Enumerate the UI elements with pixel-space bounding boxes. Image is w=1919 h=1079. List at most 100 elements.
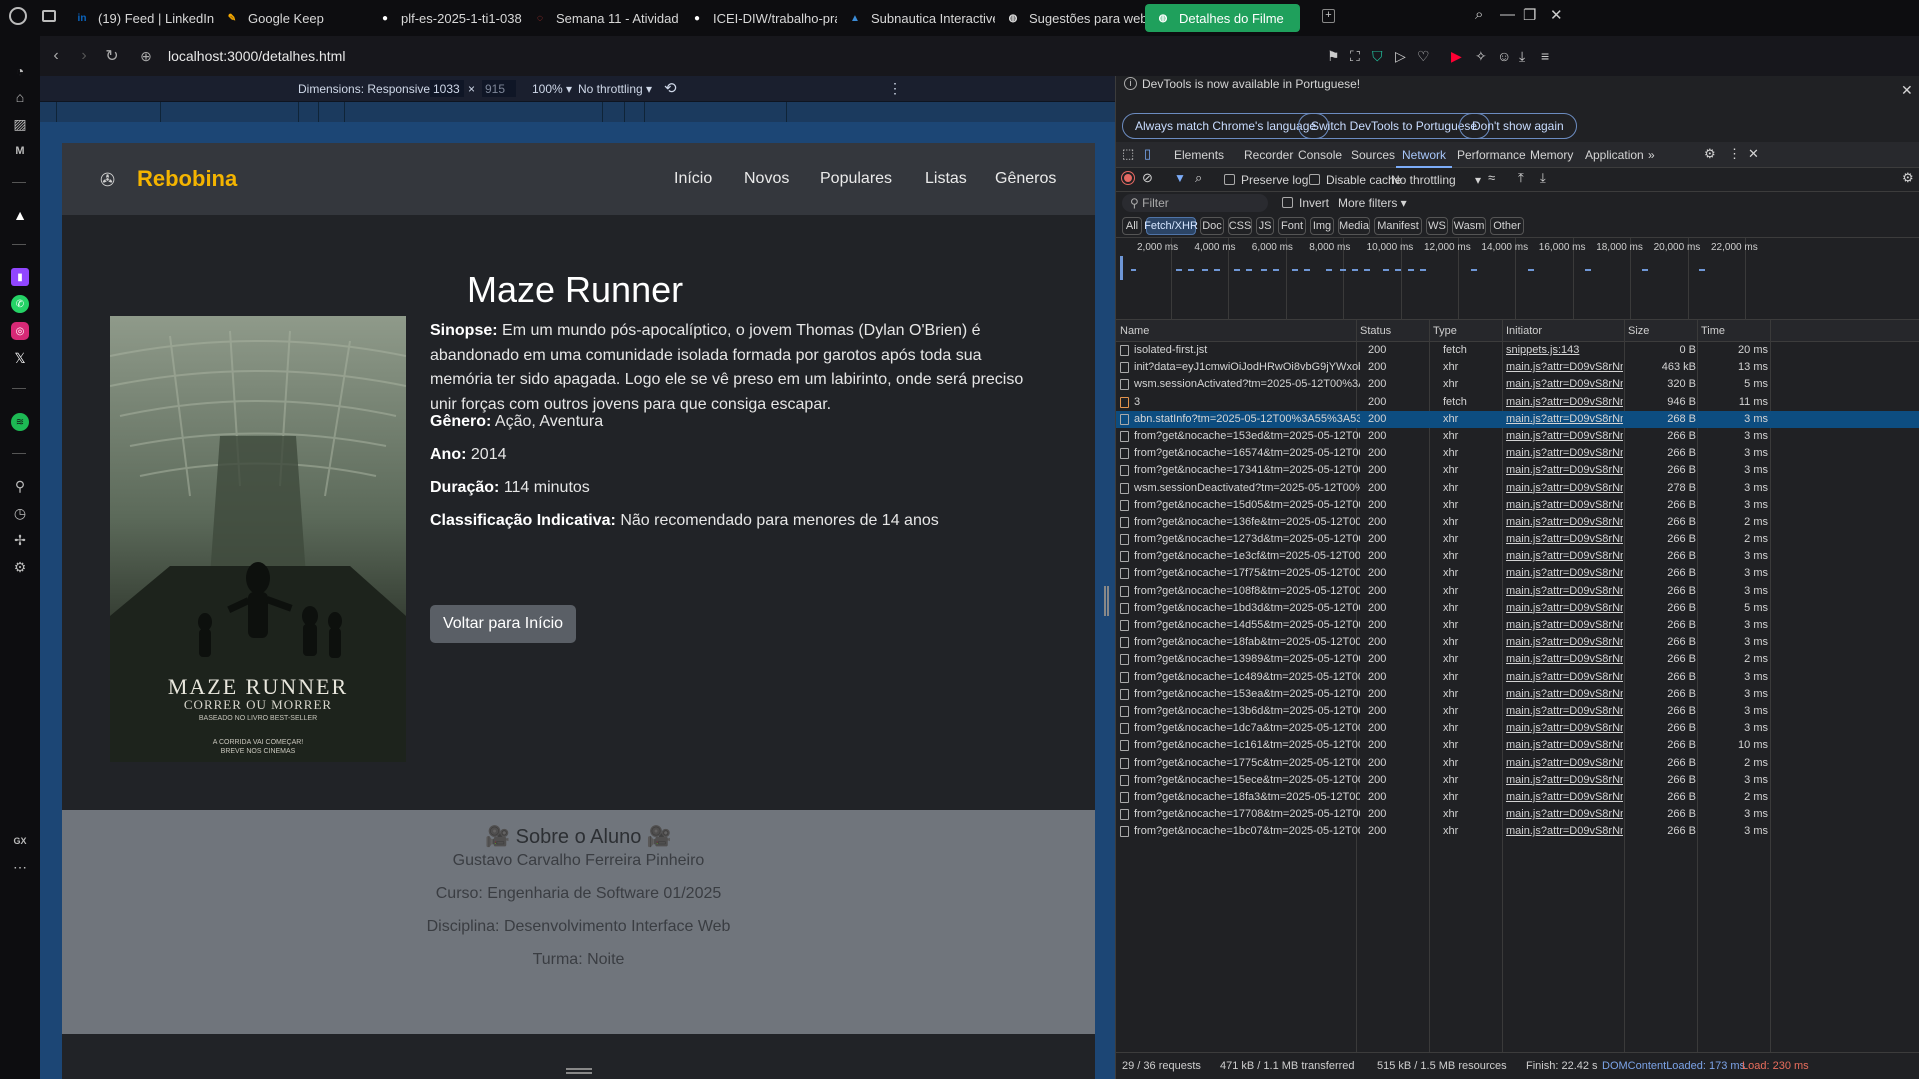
request-initiator[interactable]: main.js?attr=D09vS8rNn7vN <box>1506 789 1623 806</box>
network-overview-timeline[interactable]: 2,000 ms 4,000 ms 6,000 ms 8,000 ms 10,000 m… <box>1116 238 1919 320</box>
request-row[interactable]: from?get&nocache=18fab&tm=2025-05-12T00.… <box>1116 634 1919 651</box>
request-row[interactable]: from?get&nocache=153ed&tm=2025-05-12T00.… <box>1116 428 1919 445</box>
browser-tab[interactable]: ◌ Semana 11 - Atividade Prá <box>522 4 679 32</box>
type-filter-font[interactable]: Font <box>1278 217 1306 235</box>
media-query-ruler[interactable] <box>40 102 1115 122</box>
site-brand[interactable]: Rebobina <box>137 166 237 192</box>
reload-icon[interactable]: ↻ <box>98 46 126 66</box>
gx-icon[interactable]: GX <box>11 832 29 850</box>
request-initiator[interactable]: main.js?attr=D09vS8rNn7vN <box>1506 480 1623 497</box>
request-initiator[interactable]: main.js?attr=D09vS8rNn7vN <box>1506 823 1623 840</box>
tab-console[interactable]: Console <box>1298 148 1342 162</box>
back-to-home-button[interactable]: Voltar para Início <box>430 605 576 643</box>
pinboard-icon[interactable]: ⚲ <box>11 477 29 495</box>
request-row[interactable]: from?get&nocache=15d05&tm=2025-05-12T00.… <box>1116 497 1919 514</box>
request-row[interactable]: from?get&nocache=16574&tm=2025-05-12T00.… <box>1116 445 1919 462</box>
tab-recorder[interactable]: Recorder <box>1244 148 1293 162</box>
request-row[interactable]: from?get&nocache=13989&tm=2025-05-12T00.… <box>1116 651 1919 668</box>
request-initiator[interactable]: main.js?attr=D09vS8rNn7vN <box>1506 497 1623 514</box>
back-icon[interactable]: ‹ <box>42 47 70 65</box>
viewport-resize-handle-right[interactable] <box>1104 586 1109 616</box>
request-row[interactable]: wsm.sessionActivated?tm=2025-05-12T00%3A… <box>1116 376 1919 393</box>
browser-tab[interactable]: ◍ Sugestões para website F <box>995 4 1145 32</box>
nav-link-generos[interactable]: Gêneros <box>995 170 1056 188</box>
notes-icon[interactable]: ▨ <box>11 115 29 133</box>
tab-elements[interactable]: Elements <box>1174 148 1224 162</box>
settings-gear-icon[interactable]: ⚙ <box>1704 146 1716 162</box>
tab-network[interactable]: Network <box>1402 148 1446 162</box>
tab-performance[interactable]: Performance <box>1457 148 1526 162</box>
nav-link-listas[interactable]: Listas <box>925 170 967 188</box>
aria-icon[interactable]: ◔ <box>11 62 29 80</box>
type-filter-js[interactable]: JS <box>1256 217 1274 235</box>
request-initiator[interactable]: main.js?attr=D09vS8rNn7vN <box>1506 755 1623 772</box>
request-row[interactable]: from?get&nocache=1bd3d&tm=2025-05-12T00.… <box>1116 600 1919 617</box>
request-row[interactable]: abn.statInfo?tm=2025-05-12T00%3A55%3A53.… <box>1116 410 1919 428</box>
request-initiator[interactable]: main.js?attr=D09vS8rNn7vN <box>1506 428 1623 445</box>
more-icon[interactable]: ⋯ <box>11 858 29 876</box>
whatsapp-icon[interactable]: ✆ <box>11 295 29 313</box>
history-icon[interactable]: ◷ <box>11 504 29 522</box>
close-infobar-icon[interactable]: ✕ <box>1901 82 1913 99</box>
crypto-wallet-icon[interactable]: ⌂ <box>11 88 29 106</box>
type-filter-manifest[interactable]: Manifest <box>1374 217 1422 235</box>
clear-icon[interactable]: ⊘ <box>1142 170 1153 186</box>
type-filter-doc[interactable]: Doc <box>1200 217 1224 235</box>
downloads-icon[interactable]: ⤓ <box>1519 48 1525 65</box>
more-tabs-icon[interactable]: » <box>1648 148 1655 162</box>
customize-menu-icon[interactable]: ⋮ <box>1728 146 1741 162</box>
a-app-icon[interactable]: ▲ <box>11 206 29 224</box>
request-row[interactable]: from?get&nocache=153ea&tm=2025-05-12T00.… <box>1116 686 1919 703</box>
request-row[interactable]: from?get&nocache=1273d&tm=2025-05-12T00.… <box>1116 531 1919 548</box>
request-row[interactable]: from?get&nocache=13b6d&tm=2025-05-12T00.… <box>1116 703 1919 720</box>
height-input[interactable]: 915 <box>482 80 516 97</box>
network-conditions-icon[interactable]: ≈ <box>1488 170 1495 185</box>
browser-tab[interactable]: ● plf-es-2025-1-ti1-038710 <box>367 4 522 32</box>
filter-input[interactable]: ⚲ Filter <box>1122 194 1268 212</box>
browser-tab[interactable]: ● ICEI-DIW/trabalho-pratic <box>679 4 837 32</box>
request-initiator[interactable]: main.js?attr=D09vS8rNn7vN <box>1506 737 1623 754</box>
x-icon[interactable]: 𝕏 <box>11 349 29 367</box>
request-row[interactable]: 3200fetchmain.js?attr=D09vS8rNn7vN946 B1… <box>1116 394 1919 411</box>
request-initiator[interactable]: main.js?attr=D09vS8rNn7vN <box>1506 531 1623 548</box>
request-row[interactable]: from?get&nocache=14d55&tm=2025-05-12T00.… <box>1116 617 1919 634</box>
network-throttling-dropdown[interactable]: No throttling ▾ <box>1391 173 1481 187</box>
request-row[interactable]: init?data=eyJ1cmwiOiJodHRwOi8vbG9jYWxob3… <box>1116 359 1919 376</box>
extensions-icon[interactable]: ✢ <box>11 531 29 549</box>
nav-link-inicio[interactable]: Início <box>674 170 712 188</box>
request-row[interactable]: from?get&nocache=136fe&tm=2025-05-12T00.… <box>1116 514 1919 531</box>
request-initiator[interactable]: main.js?attr=D09vS8rNn7vN <box>1506 634 1623 651</box>
request-initiator[interactable]: main.js?attr=D09vS8rNn7vN <box>1506 376 1623 393</box>
request-initiator[interactable]: main.js?attr=D09vS8rNn7vN <box>1506 806 1623 823</box>
tab-application[interactable]: Application <box>1585 148 1644 162</box>
type-filter-img[interactable]: Img <box>1310 217 1334 235</box>
request-initiator[interactable]: main.js?attr=D09vS8rNn7vN <box>1506 686 1623 703</box>
type-filter-css[interactable]: CSS <box>1228 217 1252 235</box>
type-filter-wasm[interactable]: Wasm <box>1452 217 1486 235</box>
request-row[interactable]: from?get&nocache=17708&tm=2025-05-12T00.… <box>1116 806 1919 823</box>
invert-checkbox[interactable]: Invert <box>1282 196 1329 210</box>
request-initiator[interactable]: main.js?attr=D09vS8rNn7vN <box>1506 583 1623 600</box>
browser-tab[interactable]: ✎ Google Keep <box>214 4 367 32</box>
tab-memory[interactable]: Memory <box>1530 148 1573 162</box>
request-initiator[interactable]: main.js?attr=D09vS8rNn7vN <box>1506 669 1623 686</box>
request-initiator[interactable]: main.js?attr=D09vS8rNn7vN <box>1506 600 1623 617</box>
url-field[interactable]: localhost:3000/detalhes.html <box>168 48 345 64</box>
heart-icon[interactable]: ♡ <box>1417 48 1430 65</box>
new-tab-button[interactable]: + <box>1322 9 1335 23</box>
request-initiator[interactable]: main.js?attr=D09vS8rNn7vN <box>1506 445 1623 462</box>
vpn-shield-icon[interactable]: ⛉ <box>1372 48 1383 65</box>
profile-icon[interactable]: ☺ <box>1497 48 1511 64</box>
player-icon[interactable]: ▷ <box>1395 48 1406 65</box>
request-initiator[interactable]: main.js?attr=D09vS8rNn7vN <box>1506 772 1623 789</box>
request-row[interactable]: from?get&nocache=1c161&tm=2025-05-12T00.… <box>1116 737 1919 754</box>
type-filter-media[interactable]: Media <box>1338 217 1370 235</box>
filter-icon[interactable]: ▼ <box>1174 171 1186 185</box>
request-initiator[interactable]: main.js?attr=D09vS8rNn7vN <box>1506 651 1623 668</box>
request-initiator[interactable]: main.js?attr=D09vS8rNn7vN <box>1506 703 1623 720</box>
easy-setup-icon[interactable]: ≡ <box>1541 48 1549 64</box>
column-header-size[interactable]: Size <box>1628 325 1649 337</box>
request-initiator[interactable]: main.js?attr=D09vS8rNn7vN <box>1506 548 1623 565</box>
request-row[interactable]: from?get&nocache=1bc07&tm=2025-05-12T00.… <box>1116 823 1919 840</box>
nav-link-novos[interactable]: Novos <box>744 170 789 188</box>
